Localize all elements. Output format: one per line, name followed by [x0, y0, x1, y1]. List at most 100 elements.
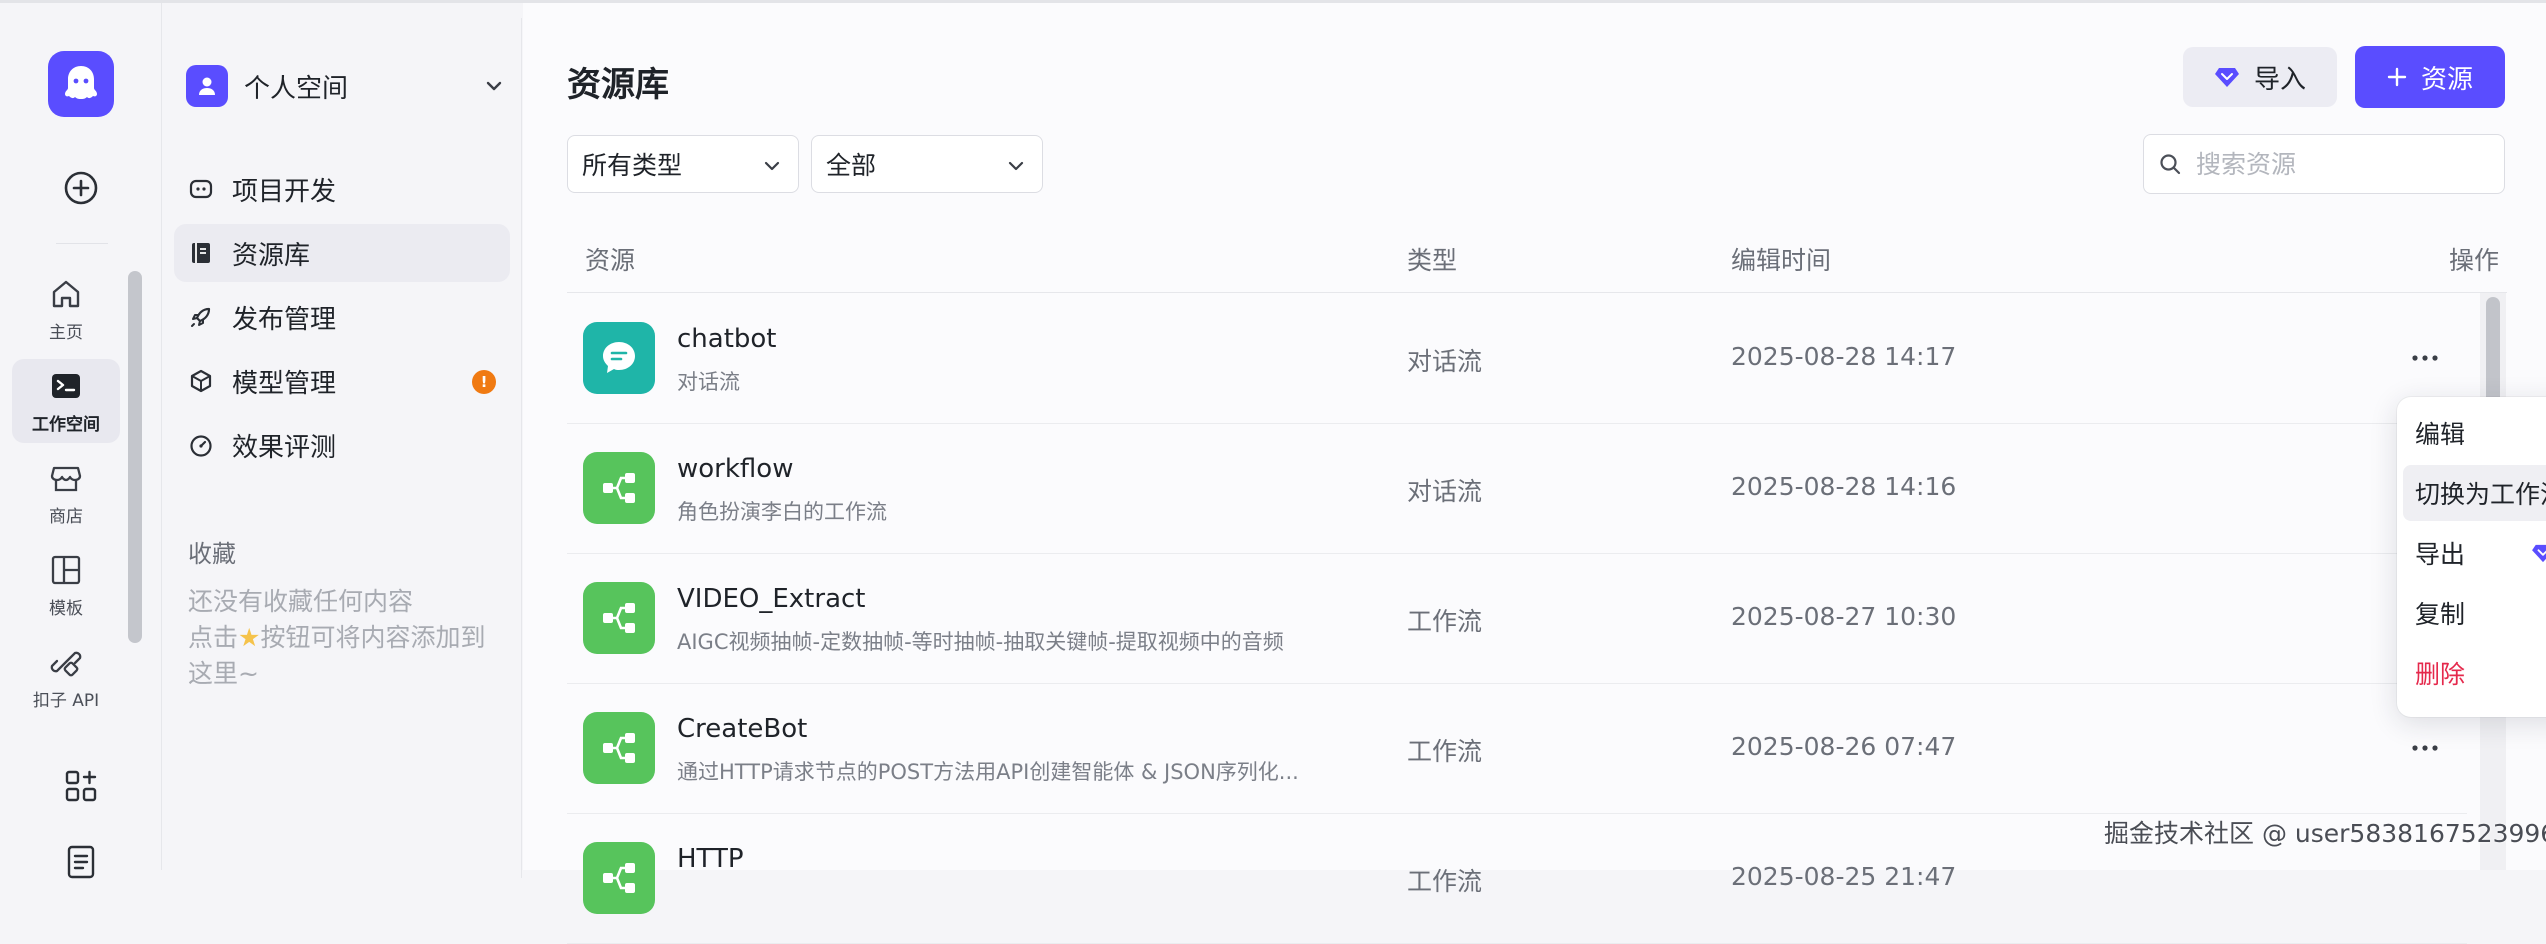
resource-type: 工作流 — [1407, 607, 1483, 636]
resource-desc: AIGC视频抽帧-定数抽帧-等时抽帧-抽取关键帧-提取视频中的音频 — [677, 630, 1284, 654]
rail-item-label: 扣子 API — [32, 690, 100, 711]
type-filter-select[interactable]: 所有类型 — [567, 135, 799, 193]
rail-item-api[interactable]: 扣子 API — [12, 635, 120, 719]
workflow-icon — [583, 712, 655, 784]
terminal-icon — [52, 373, 80, 398]
rail-divider — [56, 243, 108, 244]
table-row[interactable]: CreateBot 通过HTTP请求节点的POST方法用API创建智能体 & J… — [567, 684, 2467, 814]
rail-item-label: 工作空间 — [32, 414, 100, 435]
column-header-resource: 资源 — [585, 246, 636, 275]
plus-icon — [2387, 67, 2407, 87]
search-input[interactable] — [2196, 149, 2496, 179]
menu-item-export-label: 导出 — [2415, 540, 2466, 569]
icon-rail: 主页 工作空间 商店 模板 扣子 API — [0, 3, 162, 879]
rail-item-workspace[interactable]: 工作空间 — [12, 359, 120, 443]
template-icon — [51, 555, 81, 584]
star-icon: ★ — [238, 623, 261, 652]
nav-item-label: 资源库 — [232, 240, 311, 271]
workspace-name: 个人空间 — [244, 73, 349, 104]
nav-item-library[interactable]: 资源库 — [174, 224, 510, 282]
docs-button[interactable] — [58, 839, 104, 885]
resource-name: chatbot — [677, 324, 777, 354]
rail-item-label: 主页 — [49, 322, 83, 343]
workflow-icon — [583, 842, 655, 914]
chevron-down-icon — [1008, 161, 1024, 171]
workflow-icon — [583, 582, 655, 654]
resource-time: 2025-08-28 14:16 — [1731, 472, 1957, 501]
workflow-nodes-icon — [603, 863, 635, 893]
row-actions-menu: 编辑 切换为工作流 导出 复制 删除 — [2397, 397, 2546, 717]
chat-icon — [583, 322, 655, 394]
watermark: 掘金技术社区 @ user5838167523996 — [2104, 819, 2546, 848]
menu-item-edit[interactable]: 编辑 — [2403, 405, 2546, 461]
add-resource-button[interactable]: 资源 — [2355, 46, 2505, 108]
nav-item-publish[interactable]: 发布管理 — [174, 288, 510, 346]
add-resource-label: 资源 — [2420, 64, 2473, 95]
resource-time: 2025-08-25 21:47 — [1731, 862, 1957, 891]
table-row[interactable]: workflow 角色扮演李白的工作流 对话流 2025-08-28 14:16 — [567, 424, 2467, 554]
workflow-nodes-icon — [603, 733, 635, 763]
warning-badge: ! — [472, 370, 496, 394]
column-header-type[interactable]: 类型 — [1407, 241, 1457, 277]
workflow-icon — [583, 452, 655, 524]
menu-item-delete[interactable]: 删除 — [2403, 645, 2546, 701]
rail-scrollbar[interactable] — [128, 271, 142, 643]
search-icon — [2160, 154, 2181, 175]
rail-item-templates[interactable]: 模板 — [12, 543, 120, 627]
rail-item-label: 商店 — [49, 506, 83, 527]
table-row[interactable]: VIDEO_Extract AIGC视频抽帧-定数抽帧-等时抽帧-抽取关键帧-提… — [567, 554, 2467, 684]
app-logo[interactable] — [48, 51, 114, 117]
resource-name: CreateBot — [677, 714, 808, 744]
resource-name: workflow — [677, 454, 794, 484]
table-header: 资源 类型 编辑时间 操作 — [567, 231, 2507, 293]
column-header-time[interactable]: 编辑时间 — [1731, 241, 1831, 277]
search-box[interactable] — [2143, 134, 2505, 194]
favorites-empty-hint: 点击★按钮可将内容添加到这里~ — [188, 620, 508, 692]
workspace-switcher[interactable]: 个人空间 — [186, 62, 506, 110]
add-circle-icon — [64, 171, 98, 205]
create-button[interactable] — [58, 165, 104, 211]
resource-time: 2025-08-27 10:30 — [1731, 602, 1957, 631]
menu-item-copy[interactable]: 复制 — [2403, 585, 2546, 641]
nav-item-projects[interactable]: 项目开发 — [174, 160, 510, 218]
chevron-down-icon — [764, 161, 780, 171]
nav-item-label: 项目开发 — [232, 176, 337, 207]
main-content: 资源库 导入 资源 所有类型 全部 资源 类型 编辑时间 — [523, 3, 2546, 944]
menu-item-convert-workflow[interactable]: 切换为工作流 — [2403, 465, 2546, 521]
resource-time: 2025-08-26 07:47 — [1731, 732, 1957, 761]
more-actions-button[interactable] — [2405, 340, 2445, 376]
scope-filter-value: 全部 — [826, 151, 877, 180]
scope-filter-select[interactable]: 全部 — [811, 135, 1043, 193]
resource-desc: 角色扮演李白的工作流 — [677, 500, 887, 524]
nav-item-evaluation[interactable]: 效果评测 — [174, 416, 510, 474]
resource-name: VIDEO_Extract — [677, 584, 866, 614]
favorites-hint-prefix: 点击 — [188, 623, 239, 652]
chat-bubble-icon — [603, 342, 635, 373]
resource-type: 工作流 — [1407, 737, 1483, 766]
rail-item-home[interactable]: 主页 — [12, 267, 120, 351]
workflow-nodes-icon — [603, 473, 635, 503]
store-icon — [50, 466, 82, 491]
rocket-icon — [191, 307, 211, 327]
workspace-panel: 个人空间 项目开发 资源库 发布管理 模型管理 ! 效果评测 收藏 还没有收藏任… — [162, 18, 522, 878]
diamond-icon — [2532, 544, 2546, 563]
diamond-icon — [2214, 68, 2239, 87]
user-icon — [199, 77, 215, 95]
apps-button[interactable] — [58, 763, 104, 809]
rail-item-store[interactable]: 商店 — [12, 451, 120, 535]
column-header-actions: 操作 — [2449, 246, 2500, 275]
table-row[interactable]: chatbot 对话流 对话流 2025-08-28 14:17 — [567, 294, 2467, 424]
rail-item-label: 模板 — [49, 598, 83, 619]
more-icon — [2412, 745, 2438, 751]
cube-icon — [190, 369, 212, 393]
more-actions-button[interactable] — [2405, 730, 2445, 766]
resource-type: 对话流 — [1407, 347, 1483, 376]
import-button[interactable]: 导入 — [2183, 47, 2337, 107]
nav-item-label: 发布管理 — [232, 304, 337, 335]
chevron-down-icon — [486, 81, 502, 91]
menu-item-export[interactable]: 导出 — [2403, 525, 2546, 581]
resource-type: 工作流 — [1407, 867, 1483, 896]
workflow-nodes-icon — [603, 603, 635, 633]
nav-item-models[interactable]: 模型管理 ! — [174, 352, 510, 410]
coze-logo-icon — [65, 66, 97, 99]
